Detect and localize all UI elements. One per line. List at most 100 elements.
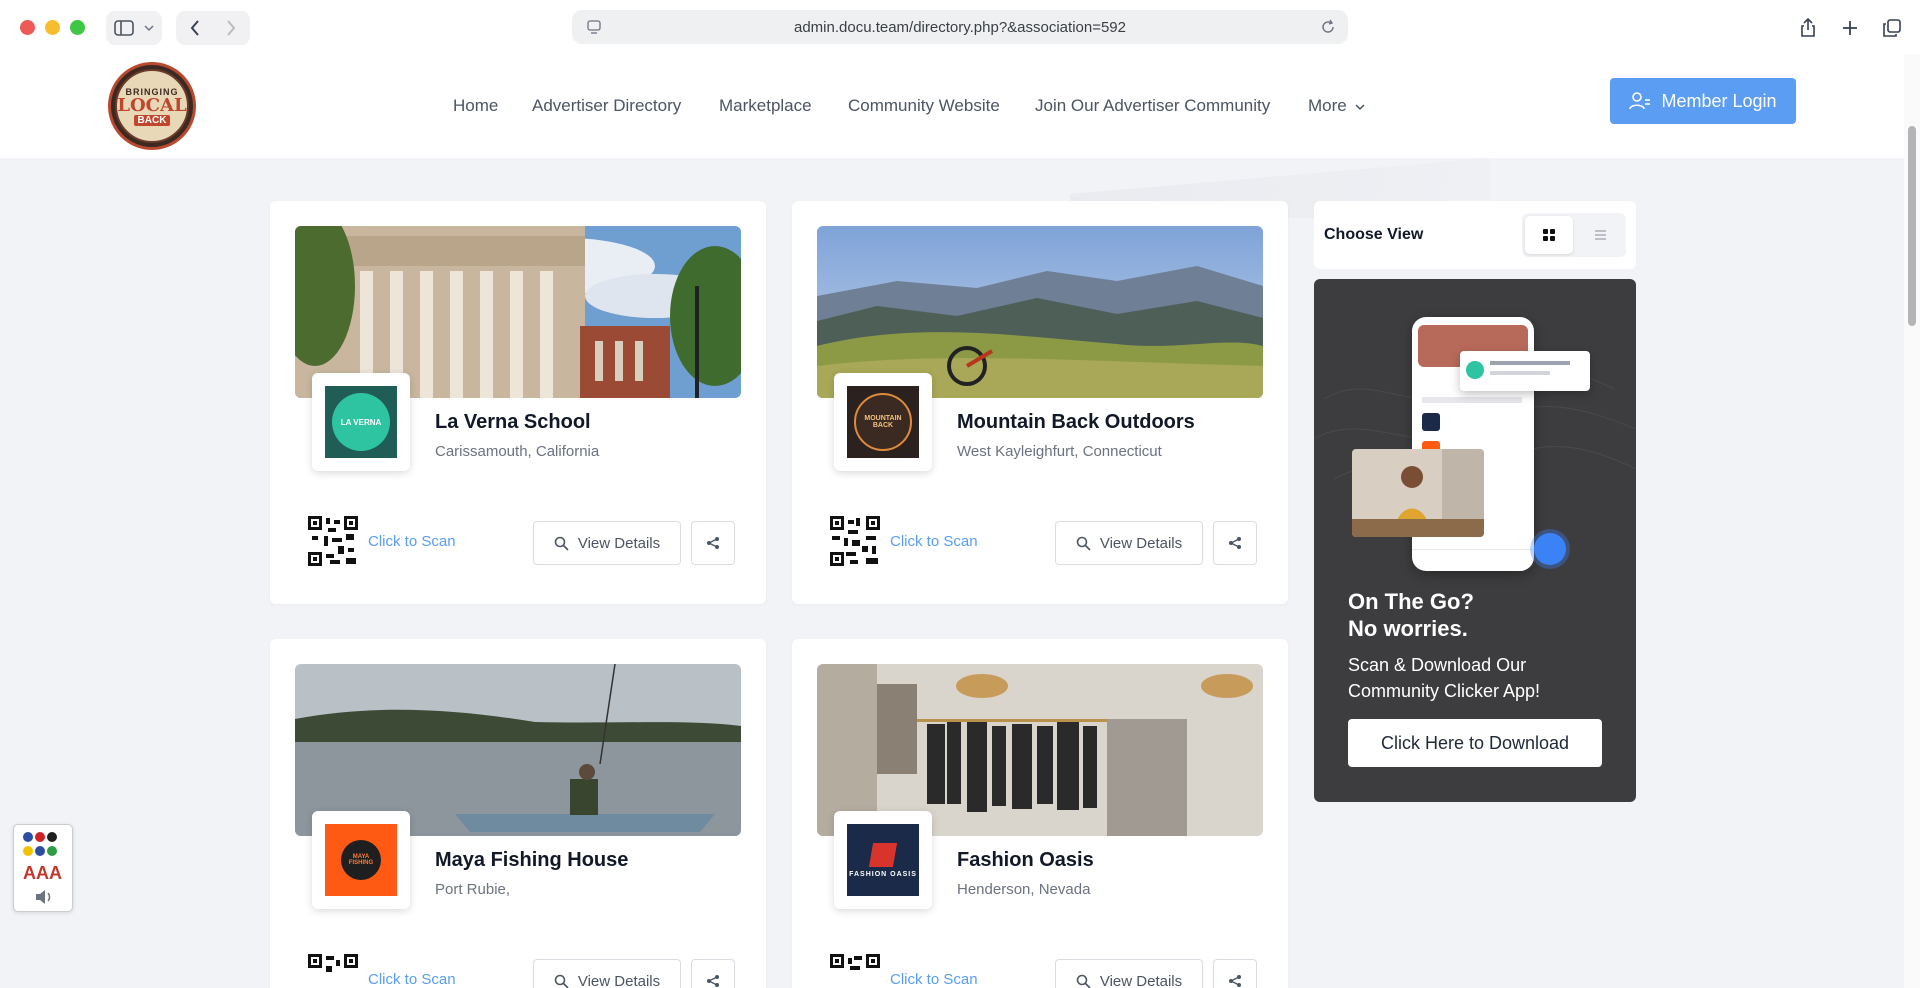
font-size-icon[interactable]: AAA	[23, 863, 62, 884]
forward-icon[interactable]	[218, 12, 244, 44]
reload-icon[interactable]	[1320, 19, 1336, 39]
click-to-scan-link[interactable]: Click to Scan	[890, 533, 978, 550]
business-logo: LA VERNA	[325, 386, 397, 458]
qr-code[interactable]	[308, 516, 358, 566]
business-logo: MAYA FISHING	[325, 824, 397, 896]
url-text: admin.docu.team/directory.php?&associati…	[793, 18, 1126, 36]
share-icon[interactable]	[1794, 12, 1822, 44]
share-button[interactable]	[691, 521, 735, 565]
click-to-scan-link[interactable]: Click to Scan	[368, 971, 456, 988]
close-window-button[interactable]	[20, 20, 35, 35]
share-nodes-icon	[707, 975, 719, 987]
page-scrollbar[interactable]	[1904, 54, 1920, 988]
zoom-window-button[interactable]	[70, 20, 85, 35]
promo-title-line2: No worries.	[1348, 616, 1468, 641]
nav-advertiser-directory[interactable]: Advertiser Directory	[532, 96, 681, 116]
search-icon	[1076, 974, 1091, 988]
qr-code[interactable]	[308, 954, 358, 988]
view-details-button[interactable]: View Details	[533, 959, 681, 988]
nav-community-website[interactable]: Community Website	[848, 96, 1000, 116]
business-logo: FASHION OASIS	[847, 824, 919, 896]
grid-view-button[interactable]	[1525, 216, 1573, 254]
logo-badge: MAYA FISHING	[341, 840, 381, 880]
download-app-button[interactable]: Click Here to Download	[1348, 719, 1602, 767]
view-details-label: View Details	[577, 534, 661, 552]
business-logo: MOUNTAIN BACK	[847, 386, 919, 458]
minimize-window-button[interactable]	[45, 20, 60, 35]
view-details-button[interactable]: View Details	[533, 521, 681, 565]
chevron-down-icon[interactable]	[140, 12, 158, 44]
directory-card: MAYA FISHING Maya Fishing House Port Rub…	[270, 639, 766, 988]
business-location: Carissamouth, California	[435, 443, 600, 460]
phone-tabbar	[1412, 549, 1534, 571]
business-location: Port Rubie,	[435, 881, 511, 898]
directory-card: LA VERNA La Verna School Carissamouth, C…	[270, 201, 766, 604]
site-logo[interactable]: BRINGING LOCAL BACK	[108, 62, 196, 150]
choose-view-title: Choose View	[1324, 226, 1424, 243]
card-logo-box: MAYA FISHING	[312, 811, 410, 909]
logo-line3: BACK	[133, 114, 171, 126]
share-button[interactable]	[1213, 959, 1257, 988]
speaker-icon[interactable]	[34, 889, 54, 905]
tabs-overview-icon[interactable]	[1878, 12, 1906, 44]
share-nodes-icon	[1229, 975, 1241, 987]
back-icon[interactable]	[182, 12, 208, 44]
view-toggle	[1522, 213, 1626, 257]
new-tab-icon[interactable]	[1836, 12, 1864, 44]
site-settings-icon[interactable]	[586, 19, 602, 39]
logo-badge: LA VERNA	[332, 393, 390, 451]
app-promo-panel: On The Go? No worries. Scan & Download O…	[1314, 279, 1636, 802]
browser-toolbar: admin.docu.team/directory.php?&associati…	[0, 0, 1920, 54]
accessibility-widget[interactable]: AAA	[13, 824, 73, 912]
business-name[interactable]: Maya Fishing House	[435, 849, 628, 872]
member-login-button[interactable]: Member Login	[1610, 78, 1796, 124]
nav-join-advertiser-community[interactable]: Join Our Advertiser Community	[1035, 96, 1270, 116]
phone-accent-circle	[1534, 533, 1566, 565]
phone-row	[1422, 397, 1522, 403]
view-details-label: View Details	[577, 972, 661, 988]
view-details-label: View Details	[1099, 534, 1183, 552]
promo-subtitle: Scan & Download Our Community Clicker Ap…	[1348, 655, 1541, 701]
business-name[interactable]: Fashion Oasis	[957, 849, 1094, 872]
address-bar[interactable]: admin.docu.team/directory.php?&associati…	[572, 10, 1348, 44]
view-details-label: View Details	[1099, 972, 1183, 988]
qr-code[interactable]	[830, 516, 880, 566]
business-name[interactable]: Mountain Back Outdoors	[957, 411, 1195, 434]
phone-person-photo	[1352, 449, 1484, 537]
logo-line2: LOCAL	[117, 94, 187, 116]
nav-more[interactable]: More	[1308, 96, 1365, 116]
logo-badge: FASHION OASIS	[849, 870, 917, 878]
nav-more-label: More	[1308, 96, 1347, 115]
view-details-button[interactable]: View Details	[1055, 959, 1203, 988]
user-icon	[1629, 92, 1651, 110]
choose-view-panel: Choose View	[1314, 201, 1636, 269]
grid-icon	[1543, 229, 1555, 241]
logo-emblem: BRINGING LOCAL BACK	[115, 69, 189, 143]
share-button[interactable]	[691, 959, 735, 988]
card-logo-box: FASHION OASIS	[834, 811, 932, 909]
language-flags-icon[interactable]	[22, 831, 66, 859]
list-view-button[interactable]	[1577, 216, 1623, 254]
search-icon	[554, 974, 569, 988]
card-logo-box: LA VERNA	[312, 373, 410, 471]
chevron-down-icon	[1355, 104, 1365, 111]
business-location: West Kayleighfurt, Connecticut	[957, 443, 1162, 460]
business-location: Henderson, Nevada	[957, 881, 1091, 898]
sidebar-icon[interactable]	[112, 12, 136, 44]
click-to-scan-link[interactable]: Click to Scan	[890, 971, 978, 988]
click-to-scan-link[interactable]: Click to Scan	[368, 533, 456, 550]
qr-code[interactable]	[830, 954, 880, 988]
member-login-label: Member Login	[1661, 90, 1777, 111]
floating-card-line	[1490, 371, 1550, 375]
share-button[interactable]	[1213, 521, 1257, 565]
business-name[interactable]: La Verna School	[435, 411, 591, 434]
floating-card-avatar	[1466, 361, 1484, 379]
scrollbar-thumb[interactable]	[1908, 126, 1916, 326]
nav-marketplace[interactable]: Marketplace	[719, 96, 812, 116]
list-icon	[1595, 230, 1606, 240]
share-nodes-icon	[1229, 537, 1241, 549]
nav-home[interactable]: Home	[453, 96, 498, 116]
view-details-button[interactable]: View Details	[1055, 521, 1203, 565]
directory-card: MOUNTAIN BACK Mountain Back Outdoors Wes…	[792, 201, 1288, 604]
search-icon	[1076, 536, 1091, 551]
